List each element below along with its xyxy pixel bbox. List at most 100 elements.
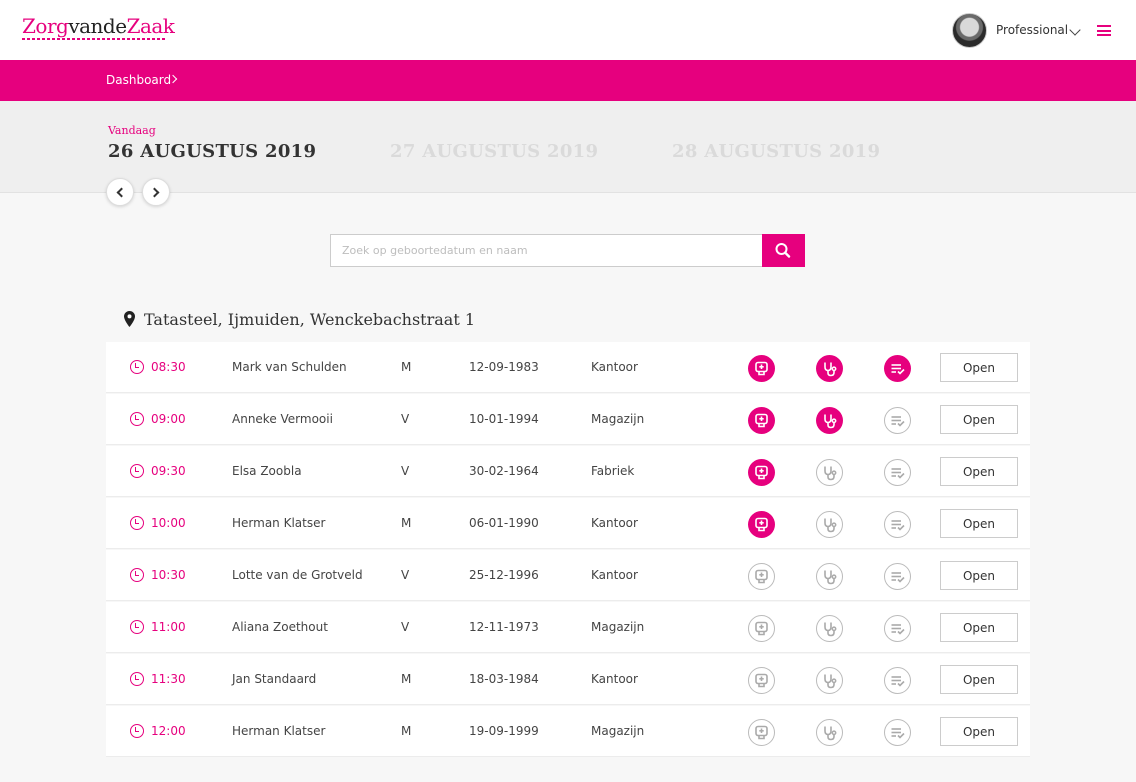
patient-gender: V (401, 620, 410, 634)
stethoscope-icon[interactable] (816, 615, 843, 642)
clock-icon (130, 412, 144, 426)
medical-kit-icon[interactable] (748, 355, 775, 382)
clock-icon (130, 464, 144, 478)
appointment-time: 11:00 (151, 620, 186, 634)
open-button[interactable]: Open (940, 353, 1018, 382)
patient-gender: M (401, 516, 412, 530)
patient-birthdate: 06-01-1990 (469, 516, 539, 530)
appointment-row: 10:00 Herman Klatser M 06-01-1990 Kantoor Ope… (106, 498, 1030, 549)
open-button[interactable]: Open (940, 561, 1018, 590)
stethoscope-icon[interactable] (816, 407, 843, 434)
patient-name: Herman Klatser (232, 516, 326, 530)
patient-name: Jan Standaard (232, 672, 317, 686)
previous-date-button[interactable] (106, 178, 134, 206)
breadcrumb-bar: Dashboard (0, 60, 1136, 101)
patient-name: Lotte van de Grotveld (232, 568, 363, 582)
user-menu-label[interactable]: Professional (996, 23, 1068, 37)
today-label: Vandaag (108, 124, 156, 137)
medical-kit-icon[interactable] (748, 563, 775, 590)
logo[interactable]: ZorgvandeZaak (22, 14, 175, 38)
date-next[interactable]: 27 AUGUSTUS 2019 (390, 141, 598, 162)
patient-department: Magazijn (591, 412, 645, 426)
stethoscope-icon[interactable] (816, 355, 843, 382)
chevron-right-icon (149, 187, 160, 198)
patient-department: Kantoor (591, 568, 638, 582)
clock-icon (130, 724, 144, 738)
search-icon (775, 243, 791, 258)
patient-birthdate: 25-12-1996 (469, 568, 539, 582)
open-button[interactable]: Open (940, 405, 1018, 434)
stethoscope-icon[interactable] (816, 667, 843, 694)
checklist-icon[interactable] (884, 511, 911, 538)
medical-kit-icon[interactable] (748, 511, 775, 538)
patient-birthdate: 30-02-1964 (469, 464, 539, 478)
medical-kit-icon[interactable] (748, 719, 775, 746)
logo-text-zorg: Zorg (22, 14, 69, 38)
medical-kit-icon[interactable] (748, 667, 775, 694)
patient-name: Elsa Zoobla (232, 464, 302, 478)
patient-birthdate: 18-03-1984 (469, 672, 539, 686)
appointment-time: 08:30 (151, 360, 186, 374)
logo-underline (22, 38, 166, 40)
breadcrumb-dashboard[interactable]: Dashboard (106, 73, 171, 87)
patient-department: Kantoor (591, 516, 638, 530)
next-date-button[interactable] (142, 178, 170, 206)
medical-kit-icon[interactable] (748, 407, 775, 434)
patient-name: Mark van Schulden (232, 360, 347, 374)
patient-gender: M (401, 672, 412, 686)
date-strip: Vandaag 26 AUGUSTUS 2019 27 AUGUSTUS 201… (0, 101, 1136, 193)
logo-text-zaak: Zaak (126, 14, 175, 38)
checklist-icon[interactable] (884, 667, 911, 694)
patient-department: Kantoor (591, 360, 638, 374)
checklist-icon[interactable] (884, 407, 911, 434)
clock-icon (130, 360, 144, 374)
patient-department: Magazijn (591, 620, 645, 634)
open-button[interactable]: Open (940, 457, 1018, 486)
patient-gender: V (401, 464, 410, 478)
appointment-row: 11:00 Aliana Zoethout V 12-11-1973 Magazijn O… (106, 602, 1030, 653)
search-button[interactable] (762, 234, 805, 267)
date-next-2[interactable]: 28 AUGUSTUS 2019 (672, 141, 880, 162)
checklist-icon[interactable] (884, 355, 911, 382)
patient-gender: V (401, 412, 410, 426)
medical-kit-icon[interactable] (748, 459, 775, 486)
clock-icon (130, 516, 144, 530)
chevron-down-icon[interactable] (1069, 24, 1081, 36)
checklist-icon[interactable] (884, 563, 911, 590)
patient-name: Aliana Zoethout (232, 620, 328, 634)
patient-birthdate: 10-01-1994 (469, 412, 539, 426)
patient-department: Fabriek (591, 464, 635, 478)
checklist-icon[interactable] (884, 719, 911, 746)
patient-gender: M (401, 360, 412, 374)
logo-text-de: de (102, 14, 127, 38)
appointment-row: 10:30 Lotte van de Grotveld V 25-12-1996 Kan… (106, 550, 1030, 601)
patient-gender: M (401, 724, 412, 738)
appointment-time: 09:30 (151, 464, 186, 478)
checklist-icon[interactable] (884, 459, 911, 486)
patient-birthdate: 19-09-1999 (469, 724, 539, 738)
location-pin-icon (124, 311, 135, 327)
hamburger-menu-icon[interactable] (1097, 25, 1111, 36)
stethoscope-icon[interactable] (816, 511, 843, 538)
open-button[interactable]: Open (940, 717, 1018, 746)
stethoscope-icon[interactable] (816, 563, 843, 590)
medical-kit-icon[interactable] (748, 615, 775, 642)
top-header: ZorgvandeZaak Professional (0, 0, 1136, 60)
stethoscope-icon[interactable] (816, 719, 843, 746)
open-button[interactable]: Open (940, 509, 1018, 538)
date-active[interactable]: 26 AUGUSTUS 2019 (108, 141, 316, 162)
chevron-left-icon (116, 187, 127, 198)
patient-department: Kantoor (591, 672, 638, 686)
open-button[interactable]: Open (940, 665, 1018, 694)
checklist-icon[interactable] (884, 615, 911, 642)
appointment-time: 10:30 (151, 568, 186, 582)
clock-icon (130, 620, 144, 634)
stethoscope-icon[interactable] (816, 459, 843, 486)
appointment-row: 09:00 Anneke Vermooii V 10-01-1994 Magazijn O… (106, 394, 1030, 445)
open-button[interactable]: Open (940, 613, 1018, 642)
location-title: Tatasteel, Ijmuiden, Wenckebachstraat 1 (144, 310, 476, 329)
search-input[interactable] (330, 234, 763, 267)
patient-birthdate: 12-11-1973 (469, 620, 539, 634)
avatar[interactable] (952, 13, 987, 48)
patient-name: Herman Klatser (232, 724, 326, 738)
